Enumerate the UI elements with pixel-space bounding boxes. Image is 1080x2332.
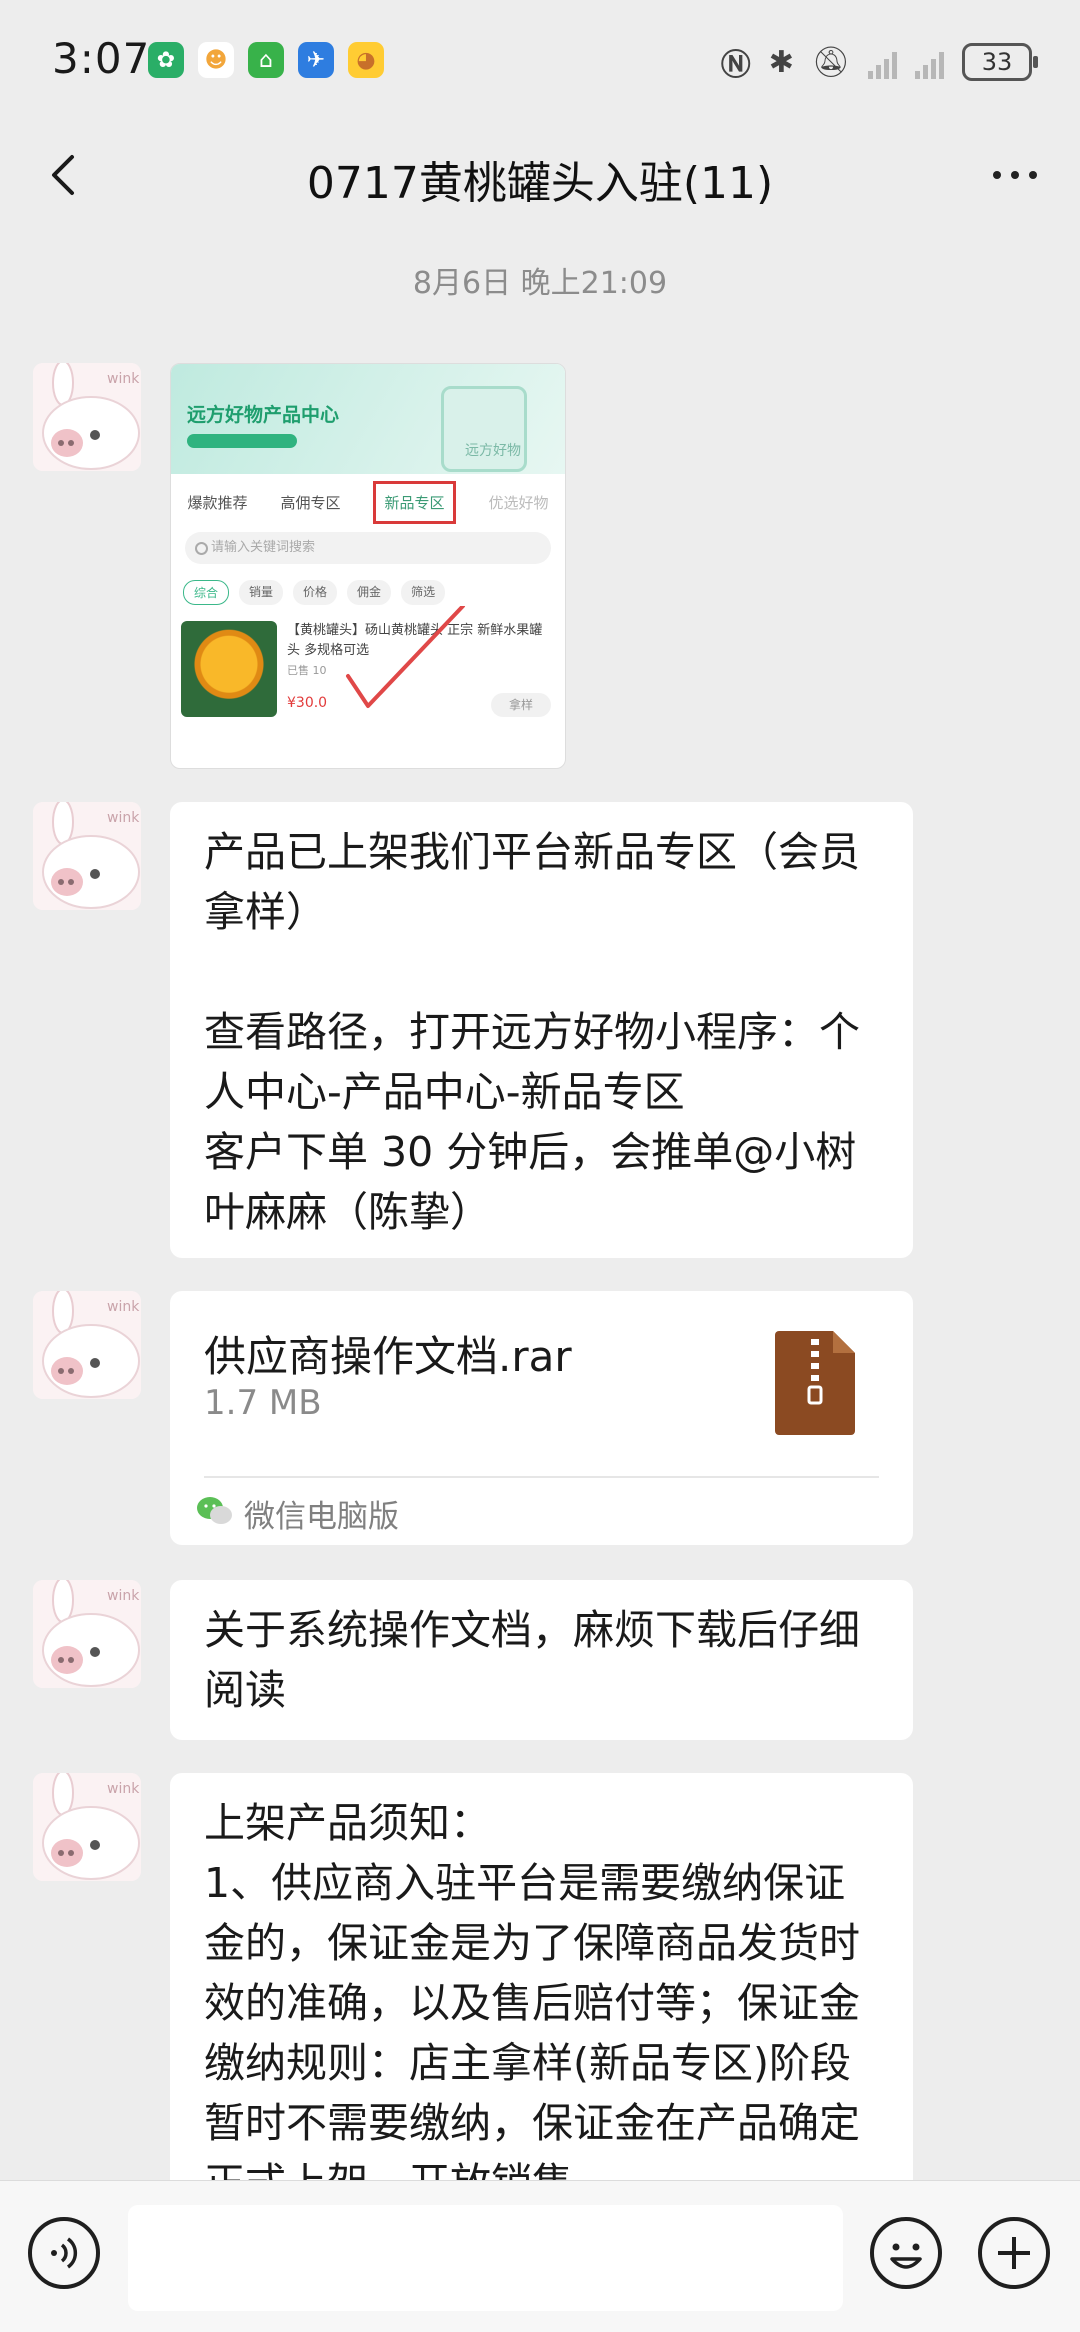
image-filter: 佣金: [347, 580, 392, 605]
file-message[interactable]: 供应商操作文档.rar 1.7 MB 微信电脑版: [170, 1291, 913, 1545]
message-bubble[interactable]: 关于系统操作文档，麻烦下载后仔细阅读: [170, 1580, 913, 1740]
message-timestamp: 8月6日 晚上21:09: [412, 266, 668, 301]
image-buy-button: 拿样: [491, 693, 551, 717]
file-size: 1.7 MB: [204, 1383, 322, 1423]
more-icon: [993, 171, 1001, 179]
avatar[interactable]: wink: [33, 1291, 141, 1399]
image-tabs: 爆款推荐 高佣专区 新品专区 优选好物: [171, 474, 565, 530]
flight-icon: ✈: [298, 42, 334, 78]
avatar[interactable]: wink: [33, 363, 141, 471]
avatar-text: wink: [107, 371, 140, 387]
rabbit-avatar-icon: wink: [33, 802, 141, 910]
wechat-icon: [197, 1497, 232, 1524]
image-header-title: 远方好物产品中心: [187, 404, 340, 426]
message-bubble[interactable]: 产品已上架我们平台新品专区（会员拿样） 查看路径，打开远方好物小程序：个人中心-…: [170, 802, 913, 1258]
file-name: 供应商操作文档.rar: [204, 1332, 572, 1381]
divider: [204, 1476, 879, 1478]
image-message[interactable]: 远方好物产品中心 远方好物 爆款推荐 高佣专区 新品专区 优选好物 请输入关键词…: [170, 363, 566, 769]
image-filter: 价格: [293, 580, 338, 605]
avatar-text: wink: [107, 810, 140, 826]
peach-thumbnail: [181, 621, 277, 717]
rabbit-avatar-icon: wink: [33, 1291, 141, 1399]
avatar-text: wink: [107, 1299, 140, 1315]
duck-app-icon: ◕: [348, 42, 384, 78]
emoji-button[interactable]: [870, 2217, 942, 2289]
plus-button[interactable]: [978, 2217, 1050, 2289]
notification-app-icons: ✿ ☻ ⌂ ✈ ◕: [148, 42, 384, 78]
status-time: 3:07: [52, 34, 151, 83]
zip-file-icon: [775, 1331, 855, 1435]
image-product-row: 【黄桃罐头】砀山黄桃罐头 正宗 新鲜水果罐头 多规格可选 已售 10 ¥30.0…: [171, 611, 565, 727]
image-filter: 销量: [239, 580, 284, 605]
bluetooth-icon: ✱: [768, 44, 794, 80]
avatar[interactable]: wink: [33, 1580, 141, 1688]
image-product-meta: 已售 10: [287, 664, 327, 677]
more-button[interactable]: [980, 145, 1050, 205]
avatar[interactable]: wink: [33, 1773, 141, 1881]
message-bubble[interactable]: 上架产品须知： 1、供应商入驻平台是需要缴纳保证金的，保证金是为了保障商品发货时…: [170, 1773, 913, 2180]
battery-icon: 33: [962, 43, 1038, 81]
nfc-icon: Ⓝ: [720, 48, 751, 83]
image-search-bar: 请输入关键词搜索: [185, 532, 551, 564]
image-tab: 爆款推荐: [187, 493, 248, 512]
image-filter: 综合: [183, 580, 230, 605]
emoji-icon: [890, 2243, 922, 2269]
battery-level: 33: [981, 48, 1013, 76]
ctrip-icon: ⌂: [248, 42, 284, 78]
image-header: 远方好物产品中心 远方好物: [171, 364, 565, 474]
image-filter: 筛选: [401, 580, 446, 605]
signal-icon: [868, 45, 897, 79]
signal-icon: [915, 45, 944, 79]
voice-button[interactable]: [28, 2217, 100, 2289]
status-bar: 3:07 ✿ ☻ ⌂ ✈ ◕ Ⓝ ✱ 🔕︎ 33: [0, 0, 1080, 125]
avatar-text: wink: [107, 1588, 140, 1604]
image-bag-label: 远方好物: [465, 443, 521, 459]
chat-header: 0717黄桃罐头入驻(11): [0, 125, 1080, 225]
image-tab: 高佣专区: [280, 493, 341, 512]
chat-title: 0717黄桃罐头入驻(11): [306, 158, 774, 209]
status-icons: Ⓝ ✱ 🔕︎ 33: [720, 40, 1038, 84]
image-tab: 优选好物: [488, 493, 549, 512]
chat-input-bar: [0, 2180, 1080, 2332]
image-tab-highlighted: 新品专区: [373, 480, 456, 524]
image-header-pill: [187, 434, 297, 448]
mute-icon: 🔕︎: [811, 44, 850, 80]
message-input[interactable]: [128, 2205, 843, 2311]
voice-icon: [51, 2237, 78, 2269]
file-source-label: 微信电脑版: [244, 1499, 399, 1535]
rabbit-avatar-icon: wink: [33, 1773, 141, 1881]
rabbit-avatar-icon: wink: [33, 1580, 141, 1688]
meituan-icon: ☻: [198, 42, 234, 78]
image-filters: 综合 销量 价格 佣金 筛选: [171, 566, 565, 611]
more-icon-dot: [1011, 171, 1019, 179]
more-icon-dot: [1029, 171, 1037, 179]
avatar-text: wink: [107, 1781, 140, 1797]
rabbit-avatar-icon: wink: [33, 363, 141, 471]
wechat-pay-icon: ✿: [148, 42, 184, 78]
image-product-info: 【黄桃罐头】砀山黄桃罐头 正宗 新鲜水果罐头 多规格可选 已售 10 ¥30.0…: [287, 621, 555, 717]
avatar[interactable]: wink: [33, 802, 141, 910]
image-product-title: 【黄桃罐头】砀山黄桃罐头 正宗 新鲜水果罐头 多规格可选: [287, 623, 543, 658]
